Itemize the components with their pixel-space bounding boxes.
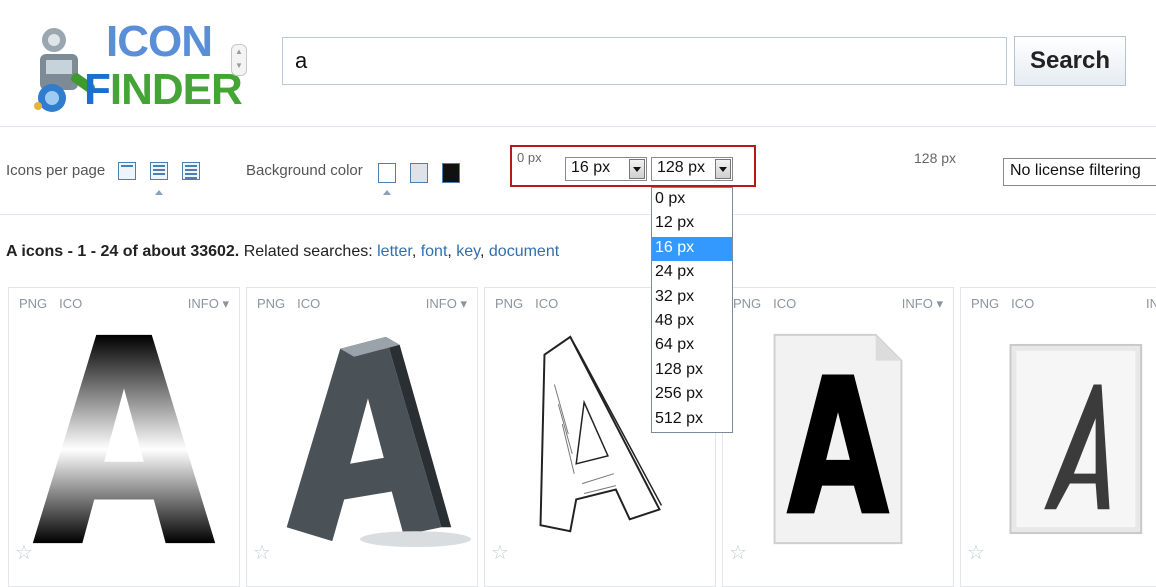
size-option[interactable]: 48 px xyxy=(652,310,732,334)
iconfinder-logo[interactable]: ICON FINDER xyxy=(14,6,243,114)
min-size-select[interactable]: 16 px xyxy=(565,157,647,181)
max-size-select[interactable]: 128 px xyxy=(651,157,733,181)
card-formats: PNG ICO xyxy=(257,296,332,311)
card-formats: PNG ICO xyxy=(733,296,808,311)
png-link[interactable]: PNG xyxy=(495,296,523,311)
max-size-label: 128 px xyxy=(914,150,957,166)
dropdown-arrow-icon[interactable] xyxy=(715,159,731,179)
related-link-letter[interactable]: letter xyxy=(377,243,412,260)
ico-link[interactable]: ICO xyxy=(1011,296,1034,311)
grid-large-icon[interactable] xyxy=(182,162,200,180)
size-option[interactable]: 128 px xyxy=(652,359,732,383)
related-link-font[interactable]: font xyxy=(421,243,448,260)
icon-card[interactable]: PNG ICO INFO ▾ ☆ xyxy=(246,287,478,587)
ico-link[interactable]: ICO xyxy=(535,296,558,311)
size-option-selected[interactable]: 16 px xyxy=(652,236,732,262)
search-input[interactable] xyxy=(282,37,1007,85)
max-size-value: 128 px xyxy=(657,159,706,176)
ico-link[interactable]: ICO xyxy=(59,296,82,311)
favorite-star-icon[interactable]: ☆ xyxy=(491,540,509,565)
logo-letter-f: F xyxy=(84,65,111,114)
png-link[interactable]: PNG xyxy=(971,296,999,311)
size-dropdown-list[interactable]: 0 px 12 px 16 px 24 px 32 px 48 px 64 px… xyxy=(651,187,733,433)
gray-background-swatch[interactable] xyxy=(410,163,428,183)
size-option[interactable]: 512 px xyxy=(652,408,732,432)
card-formats: PNG ICO xyxy=(495,296,570,311)
white-background-swatch[interactable] xyxy=(378,163,396,183)
size-option[interactable]: 12 px xyxy=(652,212,732,236)
info-menu[interactable]: IN xyxy=(1146,296,1156,311)
card-formats: PNG ICO xyxy=(971,296,1046,311)
size-option[interactable]: 32 px xyxy=(652,286,732,310)
license-filter-select[interactable]: No license filtering xyxy=(1003,158,1156,186)
related-link-key[interactable]: key xyxy=(456,243,480,260)
down-arrow-icon: ▼ xyxy=(235,61,243,70)
header-divider xyxy=(0,126,1156,127)
size-option[interactable]: 64 px xyxy=(652,334,732,358)
size-option[interactable]: 24 px xyxy=(652,261,732,285)
icon-card[interactable]: PNG ICO INFO ▾ ☆ xyxy=(722,287,954,587)
logo-text-inder: INDER xyxy=(109,65,243,114)
logo-text-finder: FINDER xyxy=(84,65,243,114)
png-link[interactable]: PNG xyxy=(257,296,285,311)
up-arrow-icon: ▲ xyxy=(235,47,243,56)
png-link[interactable]: PNG xyxy=(19,296,47,311)
letter-a-font-file-icon xyxy=(1009,343,1143,535)
selected-caret-icon xyxy=(155,190,163,195)
spinner-arrows[interactable]: ▲ ▼ xyxy=(231,44,247,76)
search-button[interactable]: Search xyxy=(1014,36,1126,86)
letter-a-document-icon xyxy=(773,333,903,545)
size-option[interactable]: 256 px xyxy=(652,383,732,407)
favorite-star-icon[interactable]: ☆ xyxy=(729,540,747,565)
info-menu[interactable]: INFO ▾ xyxy=(188,296,229,312)
options-divider xyxy=(0,214,1156,215)
icon-card[interactable]: PNG ICO IN ☆ xyxy=(960,287,1156,587)
favorite-star-icon[interactable]: ☆ xyxy=(253,540,271,565)
min-size-label: 0 px xyxy=(517,150,542,165)
info-menu[interactable]: INFO ▾ xyxy=(426,296,467,312)
letter-a-3d-metal-icon xyxy=(286,336,472,548)
size-option[interactable]: 0 px xyxy=(652,188,732,212)
icons-per-page-label: Icons per page xyxy=(6,162,106,179)
black-background-swatch[interactable] xyxy=(442,163,460,183)
grid-small-icon[interactable] xyxy=(118,162,136,180)
min-size-value: 16 px xyxy=(571,159,611,176)
ico-link[interactable]: ICO xyxy=(297,296,320,311)
png-link[interactable]: PNG xyxy=(733,296,761,311)
letter-a-gradient-icon xyxy=(32,334,216,544)
grid-medium-icon[interactable] xyxy=(150,162,168,180)
related-link-document[interactable]: document xyxy=(489,243,559,260)
ico-link[interactable]: ICO xyxy=(773,296,796,311)
background-color-label: Background color xyxy=(246,162,363,179)
favorite-star-icon[interactable]: ☆ xyxy=(967,540,985,565)
related-searches-label: Related searches: xyxy=(243,243,373,260)
dropdown-arrow-icon[interactable] xyxy=(629,159,645,179)
icon-card[interactable]: PNG ICO INFO ▾ ☆ xyxy=(8,287,240,587)
results-summary: A icons - 1 - 24 of about 33602. Related… xyxy=(6,243,560,260)
results-count: A icons - 1 - 24 of about 33602. xyxy=(6,243,240,260)
selected-caret-icon xyxy=(383,190,391,195)
logo-text-icon: ICON xyxy=(106,17,213,66)
card-formats: PNG ICO xyxy=(19,296,94,311)
info-menu[interactable]: INFO ▾ xyxy=(902,296,943,312)
favorite-star-icon[interactable]: ☆ xyxy=(15,540,33,565)
